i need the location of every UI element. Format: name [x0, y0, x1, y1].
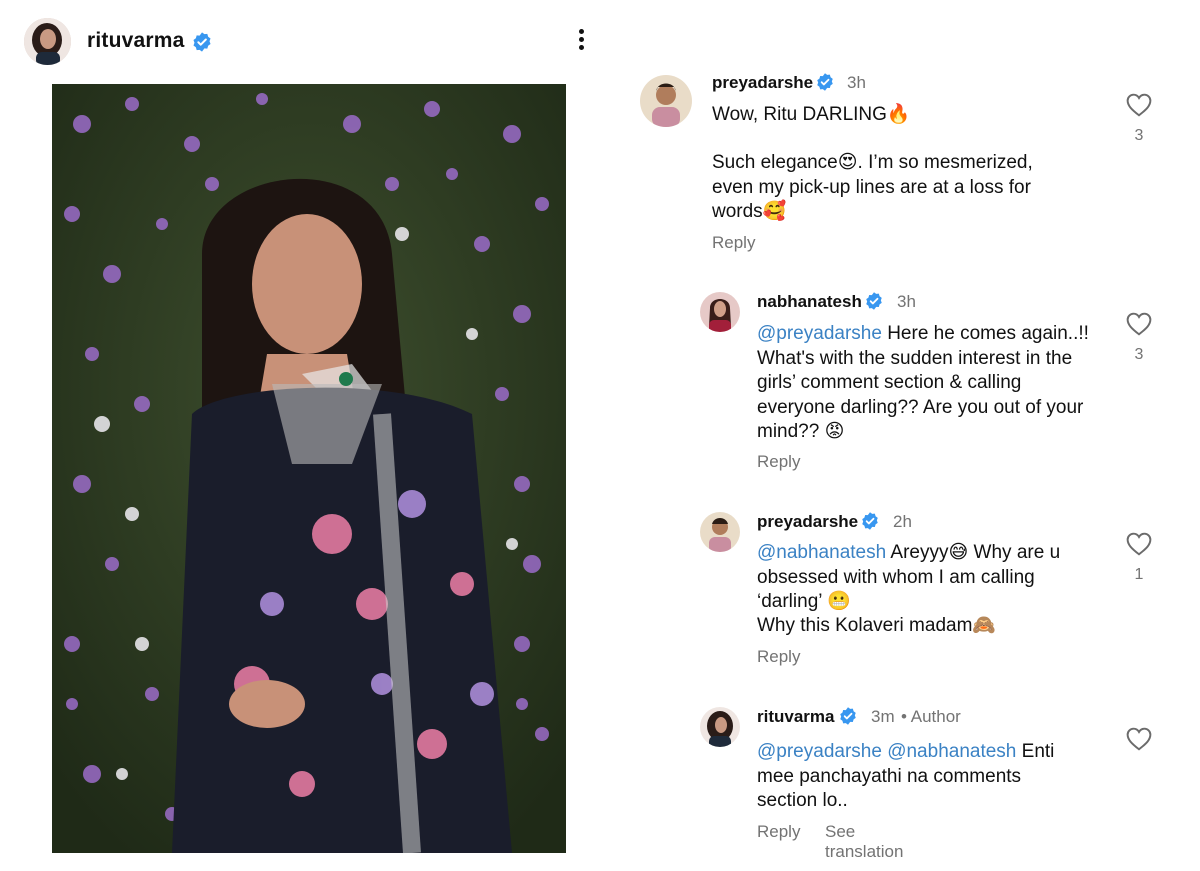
- commenter-avatar[interactable]: [700, 512, 740, 552]
- verified-badge-icon: [838, 706, 858, 731]
- post-author-username[interactable]: rituvarma: [87, 29, 185, 53]
- verified-badge-icon: [860, 511, 880, 536]
- reply-button[interactable]: Reply: [757, 822, 800, 842]
- more-options-icon[interactable]: [571, 26, 591, 56]
- mention-link[interactable]: @preyadarshe: [757, 323, 882, 344]
- verified-badge-icon: [191, 31, 213, 58]
- mention-link[interactable]: @nabhanatesh: [757, 542, 886, 563]
- mention-link[interactable]: @nabhanatesh: [887, 741, 1016, 762]
- commenter-username[interactable]: rituvarma: [757, 707, 834, 727]
- reply-button[interactable]: Reply: [757, 647, 800, 667]
- like-count: 1: [1134, 566, 1144, 583]
- heart-icon[interactable]: [1126, 532, 1152, 556]
- mention-link[interactable]: @preyadarshe: [757, 741, 882, 762]
- comment-text: Such elegance😍. I’m so mesmerized, even …: [712, 152, 1039, 222]
- comment-text: Why this Kolaveri madam🙈: [757, 615, 997, 636]
- verified-badge-icon: [864, 291, 884, 316]
- comment-text: @preyadarshe @nabhanatesh Enti mee panch…: [757, 740, 1077, 814]
- commenter-username[interactable]: preyadarshe: [757, 512, 858, 532]
- verified-badge-icon: [815, 72, 835, 97]
- comment-timestamp: 3h: [847, 73, 866, 92]
- heart-icon[interactable]: [1126, 312, 1152, 336]
- see-translation-button[interactable]: See translation: [825, 822, 903, 862]
- comment-timestamp: 3m: [871, 707, 895, 726]
- commenter-avatar[interactable]: [700, 292, 740, 332]
- reply-button[interactable]: Reply: [757, 452, 800, 472]
- like-count: 3: [1134, 127, 1144, 144]
- comment-timestamp: 3h: [897, 292, 916, 311]
- comment-timestamp: 2h: [893, 512, 912, 531]
- author-label: • Author: [901, 707, 961, 726]
- reply-button[interactable]: Reply: [712, 233, 755, 253]
- comment-text: @preyadarshe Here he comes again..!! Wha…: [757, 322, 1102, 445]
- like-count: 3: [1134, 346, 1144, 363]
- commenter-avatar[interactable]: [640, 75, 692, 127]
- commenter-avatar[interactable]: [700, 707, 740, 747]
- heart-icon[interactable]: [1126, 93, 1152, 117]
- heart-icon[interactable]: [1126, 727, 1152, 751]
- comment-text: Wow, Ritu DARLING🔥: [712, 104, 911, 125]
- post-photo: [52, 84, 566, 853]
- post-header: rituvarma: [0, 0, 620, 84]
- commenter-username[interactable]: nabhanatesh: [757, 292, 862, 312]
- comment-text: @nabhanatesh Areyyy😅 Why are u obsessed …: [757, 541, 1092, 615]
- post-author-avatar[interactable]: [24, 18, 71, 65]
- commenter-username[interactable]: preyadarshe: [712, 73, 813, 93]
